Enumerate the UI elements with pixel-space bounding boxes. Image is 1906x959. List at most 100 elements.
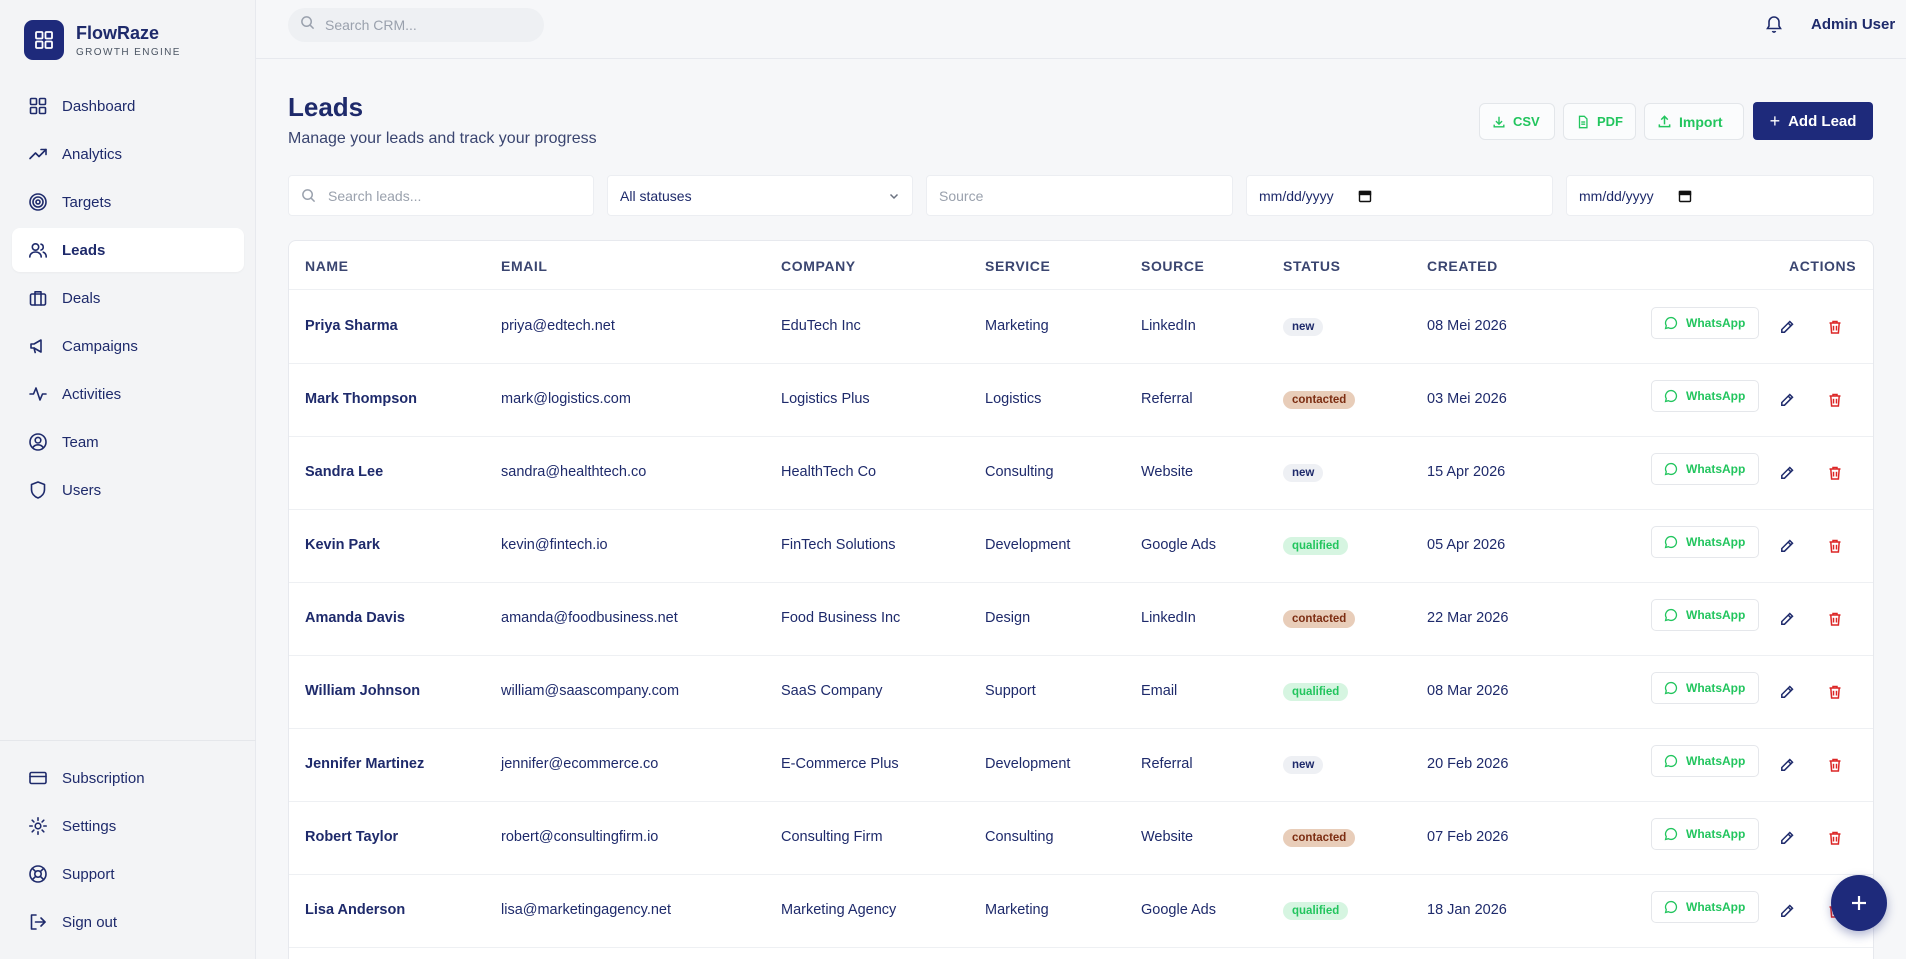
column-header-created[interactable]: CREATED — [1427, 258, 1498, 274]
pencil-icon[interactable] — [1779, 611, 1795, 627]
global-search-input[interactable]: Search CRM... — [288, 8, 544, 42]
table-row[interactable]: William Johnson william@saascompany.com Sa… — [289, 656, 1873, 729]
column-header-source[interactable]: SOURCE — [1141, 258, 1205, 274]
pencil-icon[interactable] — [1779, 903, 1795, 919]
trash-icon[interactable] — [1827, 611, 1843, 627]
trash-icon[interactable] — [1827, 684, 1843, 700]
table-row[interactable]: Mark Thompson mark@logistics.com Logistics… — [289, 364, 1873, 437]
column-header-email[interactable]: EMAIL — [501, 258, 548, 274]
user-menu[interactable]: Admin User — [1811, 16, 1895, 33]
trash-icon[interactable] — [1827, 319, 1843, 335]
sidebar-item-team[interactable]: Team — [12, 420, 244, 464]
export-pdf-button[interactable]: PDF — [1563, 103, 1636, 140]
cell-name[interactable]: Jennifer Martinez — [305, 756, 424, 772]
cell-created: 07 Feb 2026 — [1427, 829, 1509, 845]
trash-icon[interactable] — [1827, 465, 1843, 481]
source-input[interactable]: Source — [926, 175, 1233, 216]
table-row[interactable]: Amanda Davis amanda@foodbusiness.net Food … — [289, 583, 1873, 656]
table-row[interactable]: Lisa Anderson lisa@marketingagency.net Mar… — [289, 875, 1873, 948]
shield-icon — [28, 480, 48, 500]
whatsapp-button[interactable]: WhatsApp — [1651, 672, 1759, 704]
whatsapp-button[interactable]: WhatsApp — [1651, 380, 1759, 412]
sign-out-icon — [28, 912, 48, 932]
brand[interactable]: FlowRaze GROWTH ENGINE — [24, 20, 181, 60]
trash-icon[interactable] — [1827, 830, 1843, 846]
bell-icon[interactable] — [1764, 14, 1784, 39]
megaphone-icon — [28, 336, 48, 356]
sidebar-item-subscription[interactable]: Subscription — [12, 756, 244, 800]
whatsapp-button[interactable]: WhatsApp — [1651, 891, 1759, 923]
sidebar-item-support[interactable]: Support — [12, 852, 244, 896]
whatsapp-label: WhatsApp — [1686, 827, 1746, 841]
date-from-input[interactable]: mm/dd/yyyy — [1246, 175, 1553, 216]
sidebar-item-settings[interactable]: Settings — [12, 804, 244, 848]
cell-name[interactable]: Lisa Anderson — [305, 902, 405, 918]
table-row[interactable]: Kevin Park kevin@fintech.io FinTech Soluti… — [289, 510, 1873, 583]
floating-add-button[interactable] — [1831, 875, 1887, 931]
pencil-icon[interactable] — [1779, 465, 1795, 481]
lead-search-input[interactable]: Search leads... — [288, 175, 594, 216]
status-select[interactable]: All statuses — [607, 175, 913, 216]
cell-email: lisa@marketingagency.net — [501, 902, 672, 918]
column-header-name[interactable]: NAME — [305, 258, 349, 274]
pencil-icon[interactable] — [1779, 757, 1795, 773]
export-csv-button[interactable]: CSV — [1479, 103, 1555, 140]
whatsapp-button[interactable]: WhatsApp — [1651, 526, 1759, 558]
cell-name[interactable]: Robert Taylor — [305, 829, 398, 845]
table-row[interactable]: Robert Taylor robert@consultingfirm.io Con… — [289, 802, 1873, 875]
whatsapp-button[interactable]: WhatsApp — [1651, 745, 1759, 777]
cell-name[interactable]: Priya Sharma — [305, 318, 398, 334]
cell-company: FinTech Solutions — [781, 537, 896, 553]
whatsapp-button[interactable]: WhatsApp — [1651, 307, 1759, 339]
sidebar-item-deals[interactable]: Deals — [12, 276, 244, 320]
table-row[interactable]: Jennifer Martinez jennifer@ecommerce.co E-… — [289, 729, 1873, 802]
trash-icon[interactable] — [1827, 757, 1843, 773]
add-lead-button[interactable]: + Add Lead — [1753, 102, 1873, 140]
pencil-icon[interactable] — [1779, 319, 1795, 335]
column-header-actions[interactable]: ACTIONS — [1789, 258, 1856, 274]
pencil-icon[interactable] — [1779, 830, 1795, 846]
cell-created: 08 Mei 2026 — [1427, 318, 1507, 334]
sidebar: FlowRaze GROWTH ENGINE Dashboard Analytic… — [0, 0, 256, 959]
sidebar-item-analytics[interactable]: Analytics — [12, 132, 244, 176]
table-row[interactable]: Sandra Lee sandra@healthtech.co HealthTech… — [289, 437, 1873, 510]
column-header-status[interactable]: STATUS — [1283, 258, 1341, 274]
cell-source: Google Ads — [1141, 902, 1216, 918]
search-icon — [301, 188, 316, 203]
trash-icon[interactable] — [1827, 538, 1843, 554]
trash-icon[interactable] — [1827, 392, 1843, 408]
cell-name[interactable]: Amanda Davis — [305, 610, 405, 626]
whatsapp-button[interactable]: WhatsApp — [1651, 453, 1759, 485]
cell-name[interactable]: Kevin Park — [305, 537, 380, 553]
plus-icon — [1852, 896, 1866, 910]
whatsapp-label: WhatsApp — [1686, 389, 1746, 403]
column-header-service[interactable]: SERVICE — [985, 258, 1050, 274]
table-row[interactable]: Priya Sharma priya@edtech.net EduTech Inc M… — [289, 291, 1873, 364]
upload-icon — [1657, 114, 1672, 129]
cell-name[interactable]: Mark Thompson — [305, 391, 417, 407]
cell-name[interactable]: William Johnson — [305, 683, 420, 699]
import-button[interactable]: Import — [1644, 103, 1744, 140]
calendar-icon[interactable] — [1678, 189, 1692, 203]
sidebar-item-leads[interactable]: Leads — [12, 228, 244, 272]
cell-email: robert@consultingfirm.io — [501, 829, 659, 845]
whatsapp-button[interactable]: WhatsApp — [1651, 818, 1759, 850]
sidebar-bottom-nav: Subscription Settings Support Sign out — [12, 756, 244, 948]
calendar-icon[interactable] — [1358, 189, 1372, 203]
sidebar-item-activities[interactable]: Activities — [12, 372, 244, 416]
sidebar-item-sign-out[interactable]: Sign out — [12, 900, 244, 944]
sidebar-item-targets[interactable]: Targets — [12, 180, 244, 224]
cell-company: HealthTech Co — [781, 464, 877, 480]
sidebar-item-campaigns[interactable]: Campaigns — [12, 324, 244, 368]
sidebar-item-label: Targets — [62, 193, 112, 211]
pencil-icon[interactable] — [1779, 392, 1795, 408]
sidebar-item-users[interactable]: Users — [12, 468, 244, 512]
date-to-input[interactable]: mm/dd/yyyy — [1566, 175, 1874, 216]
whatsapp-button[interactable]: WhatsApp — [1651, 599, 1759, 631]
cell-name[interactable]: Sandra Lee — [305, 464, 383, 480]
sidebar-item-dashboard[interactable]: Dashboard — [12, 84, 244, 128]
file-icon — [1576, 115, 1590, 129]
pencil-icon[interactable] — [1779, 538, 1795, 554]
column-header-company[interactable]: COMPANY — [781, 258, 856, 274]
pencil-icon[interactable] — [1779, 684, 1795, 700]
